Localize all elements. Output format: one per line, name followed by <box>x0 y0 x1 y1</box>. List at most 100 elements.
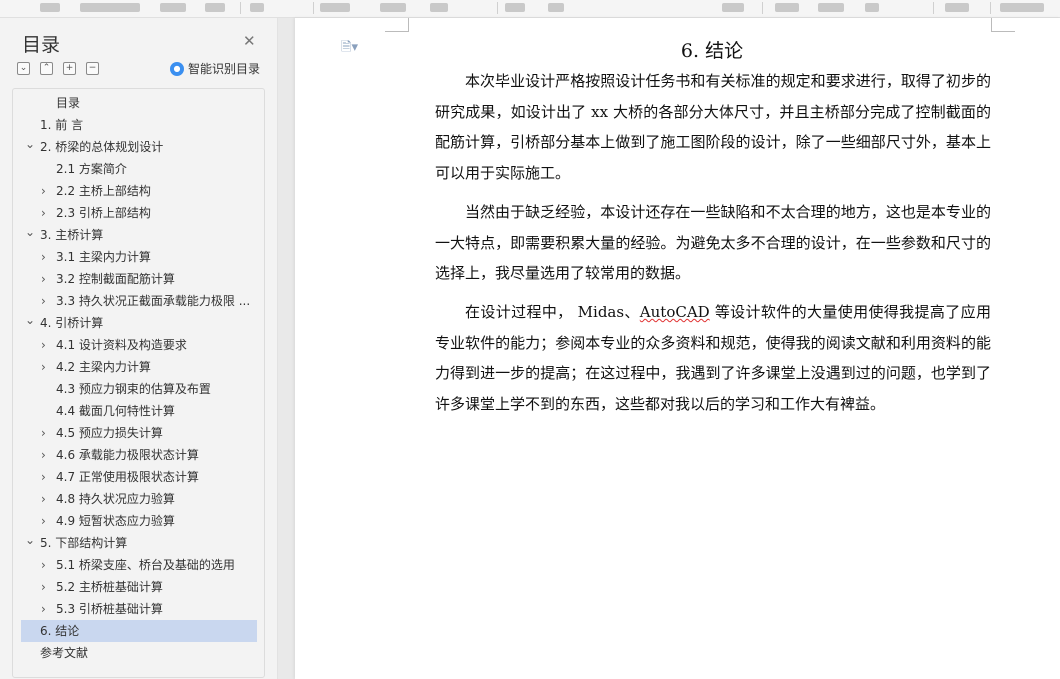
toc-item[interactable]: 6. 结论 <box>21 620 257 642</box>
chevron-right-icon[interactable]: › <box>41 598 46 620</box>
toc-item[interactable]: › 4.9 短暂状态应力验算 <box>21 510 257 532</box>
toc-item[interactable]: › 4.5 预应力损失计算 <box>21 422 257 444</box>
chevron-right-icon[interactable]: › <box>41 444 46 466</box>
toc-item-label: 2. 桥梁的总体规划设计 <box>40 140 164 154</box>
toc-item[interactable]: › 4.2 主梁内力计算 <box>21 356 257 378</box>
smart-toc-button[interactable]: ● 智能识别目录 <box>170 60 260 77</box>
toc-sidebar: 目录 ✕ ⌄ ⌃ + − ● 智能识别目录 目录 1. 前 言 ⌄ 2. 桥梁的总体规… <box>0 18 278 679</box>
toc-list: 目录 1. 前 言 ⌄ 2. 桥梁的总体规划设计 2.1 方案简介 › 2.2 主桥上部结构… <box>12 88 265 678</box>
toolbar-button[interactable] <box>505 3 525 12</box>
toc-item[interactable]: 1. 前 言 <box>21 114 257 136</box>
toc-item[interactable]: › 2.3 引桥上部结构 <box>21 202 257 224</box>
toc-item[interactable]: › 5.1 桥梁支座、桥台及基础的选用 <box>21 554 257 576</box>
toc-toolbar: ⌄ ⌃ + − <box>17 62 99 75</box>
toc-item-label: 3.3 持久状况正截面承载能力极限 ... <box>56 294 251 308</box>
toc-item-label: 1. 前 言 <box>40 118 84 132</box>
chevron-right-icon[interactable]: › <box>41 290 46 312</box>
toolbar-button[interactable] <box>40 3 60 12</box>
add-heading-icon[interactable]: + <box>63 62 76 75</box>
toc-item-label: 2.1 方案简介 <box>56 162 127 176</box>
toc-item-label: 5.3 引桥桩基础计算 <box>56 602 163 616</box>
toolbar-button[interactable] <box>818 3 844 12</box>
toc-item[interactable]: › 5.3 引桥桩基础计算 <box>21 598 257 620</box>
toolbar-divider <box>762 2 763 14</box>
collapse-all-icon[interactable]: ⌃ <box>40 62 53 75</box>
toc-item[interactable]: › 4.6 承载能力极限状态计算 <box>21 444 257 466</box>
toc-item-label: 2.3 引桥上部结构 <box>56 206 151 220</box>
toc-item[interactable]: 4.3 预应力钢束的估算及布置 <box>21 378 257 400</box>
chevron-right-icon[interactable]: › <box>41 488 46 510</box>
toolbar-button[interactable] <box>865 3 879 12</box>
toolbar-button[interactable] <box>945 3 969 12</box>
toolbar-divider <box>313 2 314 14</box>
paragraph-1: 本次毕业设计严格按照设计任务书和有关标准的规定和要求进行，取得了初步的研究成果，… <box>435 72 991 182</box>
sidebar-title: 目录 <box>22 34 61 56</box>
toc-item[interactable]: › 3.1 主梁内力计算 <box>21 246 257 268</box>
toolbar-button[interactable] <box>380 3 406 12</box>
toc-item[interactable]: ⌄ 3. 主桥计算 <box>21 224 257 246</box>
paragraph-2: 当然由于缺乏经验，本设计还存在一些缺陷和不太合理的地方，这也是本专业的一大特点，… <box>435 203 991 282</box>
toc-item-label: 目录 <box>56 96 81 110</box>
toolbar-divider <box>933 2 934 14</box>
close-icon[interactable]: ✕ <box>243 32 256 50</box>
toc-item[interactable]: › 5.2 主桥桩基础计算 <box>21 576 257 598</box>
toc-item-label: 4.8 持久状况应力验算 <box>56 492 175 506</box>
chevron-right-icon[interactable]: › <box>41 356 46 378</box>
remove-heading-icon[interactable]: − <box>86 62 99 75</box>
toc-item-label: 4.6 承载能力极限状态计算 <box>56 448 199 462</box>
expand-all-icon[interactable]: ⌄ <box>17 62 30 75</box>
toc-item[interactable]: 2.1 方案简介 <box>21 158 257 180</box>
chevron-down-icon[interactable]: ⌄ <box>25 136 35 155</box>
chevron-right-icon[interactable]: › <box>41 466 46 488</box>
document-icon[interactable]: 🗎▾ <box>341 38 358 60</box>
toc-item[interactable]: › 3.2 控制截面配筋计算 <box>21 268 257 290</box>
toolbar-button[interactable] <box>320 3 350 12</box>
toolbar-button[interactable] <box>722 3 744 12</box>
toolbar-button[interactable] <box>775 3 799 12</box>
toc-item[interactable]: › 4.7 正常使用极限状态计算 <box>21 466 257 488</box>
toc-item[interactable]: › 2.2 主桥上部结构 <box>21 180 257 202</box>
toolbar-button[interactable] <box>430 3 448 12</box>
chevron-right-icon[interactable]: › <box>41 180 46 202</box>
toolbar-button[interactable] <box>548 3 564 12</box>
toc-item[interactable]: ⌄ 2. 桥梁的总体规划设计 <box>21 136 257 158</box>
chevron-down-icon[interactable]: ⌄ <box>25 532 35 551</box>
toc-item-label: 2.2 主桥上部结构 <box>56 184 151 198</box>
toc-item[interactable]: 4.4 截面几何特性计算 <box>21 400 257 422</box>
toc-item[interactable]: 参考文献 <box>21 642 257 664</box>
toc-item[interactable]: ⌄ 5. 下部结构计算 <box>21 532 257 554</box>
chevron-right-icon[interactable]: › <box>41 576 46 598</box>
toc-item-label: 5.1 桥梁支座、桥台及基础的选用 <box>56 558 235 572</box>
chevron-right-icon[interactable]: › <box>41 334 46 356</box>
toolbar-button[interactable] <box>160 3 186 12</box>
toolbar-button[interactable] <box>80 3 140 12</box>
toolbar-button[interactable] <box>205 3 225 12</box>
spellcheck-word[interactable]: AutoCAD <box>640 303 710 321</box>
chevron-down-icon[interactable]: ⌄ <box>25 312 35 331</box>
toc-item-label: 4. 引桥计算 <box>40 316 104 330</box>
chevron-right-icon[interactable]: › <box>41 202 46 224</box>
ai-icon: ● <box>170 61 184 76</box>
toc-item[interactable]: › 4.8 持久状况应力验算 <box>21 488 257 510</box>
toc-item-label: 4.5 预应力损失计算 <box>56 426 163 440</box>
chevron-right-icon[interactable]: › <box>41 268 46 290</box>
toc-item[interactable]: 目录 <box>21 92 257 114</box>
toolbar-button[interactable] <box>250 3 264 12</box>
chevron-right-icon[interactable]: › <box>41 554 46 576</box>
chevron-right-icon[interactable]: › <box>41 510 46 532</box>
toc-item[interactable]: › 3.3 持久状况正截面承载能力极限 ... <box>21 290 257 312</box>
toc-item-label: 5. 下部结构计算 <box>40 536 128 550</box>
toolbar-button[interactable] <box>1000 3 1044 12</box>
paragraph-3: 在设计过程中， Midas、AutoCAD 等设计软件的大量使用使得我提高了应用… <box>435 297 991 419</box>
toc-item[interactable]: › 4.1 设计资料及构造要求 <box>21 334 257 356</box>
toc-item-label: 4.3 预应力钢束的估算及布置 <box>56 382 211 396</box>
toolbar-divider <box>497 2 498 14</box>
chevron-right-icon[interactable]: › <box>41 422 46 444</box>
chevron-right-icon[interactable]: › <box>41 246 46 268</box>
toc-item-label: 4.7 正常使用极限状态计算 <box>56 470 199 484</box>
chevron-down-icon[interactable]: ⌄ <box>25 224 35 243</box>
margin-corner-mark <box>385 18 409 32</box>
toc-item-label: 4.4 截面几何特性计算 <box>56 404 175 418</box>
toc-item-label: 3.2 控制截面配筋计算 <box>56 272 175 286</box>
toc-item[interactable]: ⌄ 4. 引桥计算 <box>21 312 257 334</box>
